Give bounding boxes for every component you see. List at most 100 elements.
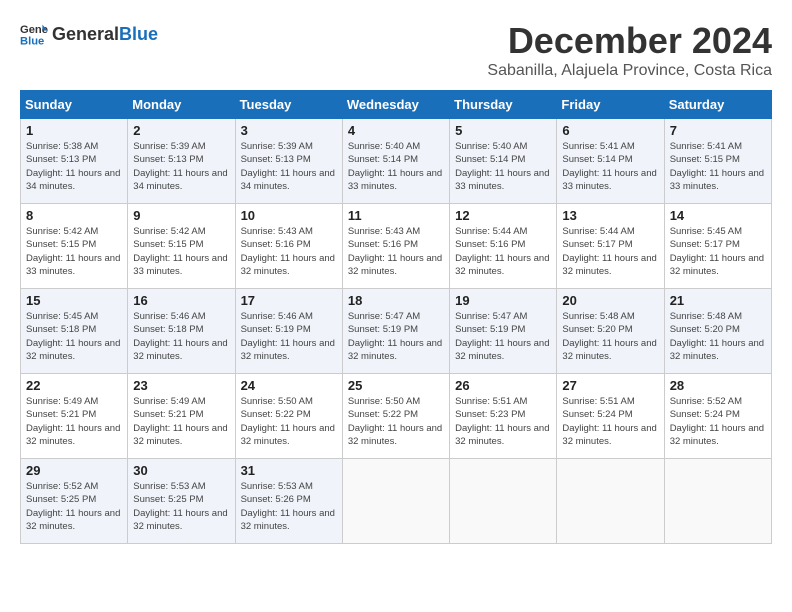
daylight-label: Daylight: 11 hours and 32 minutes. (241, 253, 335, 277)
daylight-label: Daylight: 11 hours and 32 minutes. (670, 423, 764, 447)
day-info: Sunrise: 5:44 AM Sunset: 5:17 PM Dayligh… (562, 225, 658, 278)
sunrise-label: Sunrise: 5:47 AM (348, 311, 420, 322)
sunrise-label: Sunrise: 5:53 AM (133, 481, 205, 492)
sunset-label: Sunset: 5:16 PM (241, 239, 311, 250)
calendar-cell: 26 Sunrise: 5:51 AM Sunset: 5:23 PM Dayl… (450, 374, 557, 459)
day-info: Sunrise: 5:52 AM Sunset: 5:25 PM Dayligh… (26, 480, 122, 533)
day-info: Sunrise: 5:53 AM Sunset: 5:26 PM Dayligh… (241, 480, 337, 533)
day-number: 29 (26, 463, 122, 478)
calendar-cell: 23 Sunrise: 5:49 AM Sunset: 5:21 PM Dayl… (128, 374, 235, 459)
logo-general: General (52, 24, 119, 45)
day-number: 7 (670, 123, 766, 138)
daylight-label: Daylight: 11 hours and 33 minutes. (348, 168, 442, 192)
day-info: Sunrise: 5:50 AM Sunset: 5:22 PM Dayligh… (241, 395, 337, 448)
sunset-label: Sunset: 5:14 PM (562, 154, 632, 165)
day-number: 28 (670, 378, 766, 393)
calendar-cell: 28 Sunrise: 5:52 AM Sunset: 5:24 PM Dayl… (664, 374, 771, 459)
sunrise-label: Sunrise: 5:42 AM (133, 226, 205, 237)
sunrise-label: Sunrise: 5:44 AM (455, 226, 527, 237)
sunrise-label: Sunrise: 5:53 AM (241, 481, 313, 492)
calendar-cell: 21 Sunrise: 5:48 AM Sunset: 5:20 PM Dayl… (664, 289, 771, 374)
sunset-label: Sunset: 5:20 PM (562, 324, 632, 335)
logo-icon: General Blue (20, 20, 48, 48)
daylight-label: Daylight: 11 hours and 32 minutes. (562, 423, 656, 447)
day-info: Sunrise: 5:42 AM Sunset: 5:15 PM Dayligh… (26, 225, 122, 278)
day-info: Sunrise: 5:49 AM Sunset: 5:21 PM Dayligh… (133, 395, 229, 448)
daylight-label: Daylight: 11 hours and 32 minutes. (26, 508, 120, 532)
day-number: 1 (26, 123, 122, 138)
header-thursday: Thursday (450, 91, 557, 119)
sunset-label: Sunset: 5:18 PM (26, 324, 96, 335)
day-number: 23 (133, 378, 229, 393)
svg-text:General: General (20, 24, 48, 36)
day-number: 12 (455, 208, 551, 223)
daylight-label: Daylight: 11 hours and 32 minutes. (670, 338, 764, 362)
calendar-cell: 25 Sunrise: 5:50 AM Sunset: 5:22 PM Dayl… (342, 374, 449, 459)
sunrise-label: Sunrise: 5:45 AM (26, 311, 98, 322)
day-number: 25 (348, 378, 444, 393)
title-area: December 2024 Sabanilla, Alajuela Provin… (487, 20, 772, 80)
day-number: 31 (241, 463, 337, 478)
sunset-label: Sunset: 5:15 PM (670, 154, 740, 165)
calendar-cell (664, 459, 771, 544)
daylight-label: Daylight: 11 hours and 32 minutes. (562, 338, 656, 362)
sunset-label: Sunset: 5:15 PM (133, 239, 203, 250)
day-number: 24 (241, 378, 337, 393)
daylight-label: Daylight: 11 hours and 32 minutes. (348, 253, 442, 277)
calendar-table: Sunday Monday Tuesday Wednesday Thursday… (20, 90, 772, 544)
sunset-label: Sunset: 5:25 PM (26, 494, 96, 505)
calendar-cell: 15 Sunrise: 5:45 AM Sunset: 5:18 PM Dayl… (21, 289, 128, 374)
week-row-2: 8 Sunrise: 5:42 AM Sunset: 5:15 PM Dayli… (21, 204, 772, 289)
sunrise-label: Sunrise: 5:40 AM (348, 141, 420, 152)
sunset-label: Sunset: 5:13 PM (133, 154, 203, 165)
sunset-label: Sunset: 5:26 PM (241, 494, 311, 505)
calendar-cell: 9 Sunrise: 5:42 AM Sunset: 5:15 PM Dayli… (128, 204, 235, 289)
day-number: 10 (241, 208, 337, 223)
calendar-cell: 13 Sunrise: 5:44 AM Sunset: 5:17 PM Dayl… (557, 204, 664, 289)
sunrise-label: Sunrise: 5:41 AM (670, 141, 742, 152)
header-wednesday: Wednesday (342, 91, 449, 119)
day-number: 13 (562, 208, 658, 223)
calendar-cell: 10 Sunrise: 5:43 AM Sunset: 5:16 PM Dayl… (235, 204, 342, 289)
sunrise-label: Sunrise: 5:39 AM (241, 141, 313, 152)
calendar-cell: 3 Sunrise: 5:39 AM Sunset: 5:13 PM Dayli… (235, 119, 342, 204)
sunrise-label: Sunrise: 5:42 AM (26, 226, 98, 237)
daylight-label: Daylight: 11 hours and 32 minutes. (562, 253, 656, 277)
daylight-label: Daylight: 11 hours and 32 minutes. (133, 338, 227, 362)
header-friday: Friday (557, 91, 664, 119)
daylight-label: Daylight: 11 hours and 34 minutes. (133, 168, 227, 192)
daylight-label: Daylight: 11 hours and 32 minutes. (133, 423, 227, 447)
daylight-label: Daylight: 11 hours and 32 minutes. (455, 423, 549, 447)
day-number: 30 (133, 463, 229, 478)
day-info: Sunrise: 5:50 AM Sunset: 5:22 PM Dayligh… (348, 395, 444, 448)
sunset-label: Sunset: 5:17 PM (670, 239, 740, 250)
day-number: 14 (670, 208, 766, 223)
sunset-label: Sunset: 5:15 PM (26, 239, 96, 250)
calendar-cell: 14 Sunrise: 5:45 AM Sunset: 5:17 PM Dayl… (664, 204, 771, 289)
calendar-cell: 8 Sunrise: 5:42 AM Sunset: 5:15 PM Dayli… (21, 204, 128, 289)
sunset-label: Sunset: 5:19 PM (348, 324, 418, 335)
header-tuesday: Tuesday (235, 91, 342, 119)
daylight-label: Daylight: 11 hours and 33 minutes. (26, 253, 120, 277)
sunrise-label: Sunrise: 5:44 AM (562, 226, 634, 237)
day-info: Sunrise: 5:47 AM Sunset: 5:19 PM Dayligh… (455, 310, 551, 363)
day-number: 6 (562, 123, 658, 138)
sunrise-label: Sunrise: 5:46 AM (133, 311, 205, 322)
daylight-label: Daylight: 11 hours and 34 minutes. (26, 168, 120, 192)
day-info: Sunrise: 5:39 AM Sunset: 5:13 PM Dayligh… (133, 140, 229, 193)
day-number: 16 (133, 293, 229, 308)
header: General Blue GeneralBlue December 2024 S… (20, 20, 772, 80)
sunset-label: Sunset: 5:19 PM (455, 324, 525, 335)
sunset-label: Sunset: 5:13 PM (26, 154, 96, 165)
calendar-cell: 4 Sunrise: 5:40 AM Sunset: 5:14 PM Dayli… (342, 119, 449, 204)
sunset-label: Sunset: 5:24 PM (562, 409, 632, 420)
calendar-cell (450, 459, 557, 544)
sunrise-label: Sunrise: 5:38 AM (26, 141, 98, 152)
day-number: 9 (133, 208, 229, 223)
logo: General Blue GeneralBlue (20, 20, 158, 48)
day-info: Sunrise: 5:52 AM Sunset: 5:24 PM Dayligh… (670, 395, 766, 448)
day-info: Sunrise: 5:40 AM Sunset: 5:14 PM Dayligh… (348, 140, 444, 193)
header-row: Sunday Monday Tuesday Wednesday Thursday… (21, 91, 772, 119)
day-number: 20 (562, 293, 658, 308)
day-info: Sunrise: 5:45 AM Sunset: 5:17 PM Dayligh… (670, 225, 766, 278)
